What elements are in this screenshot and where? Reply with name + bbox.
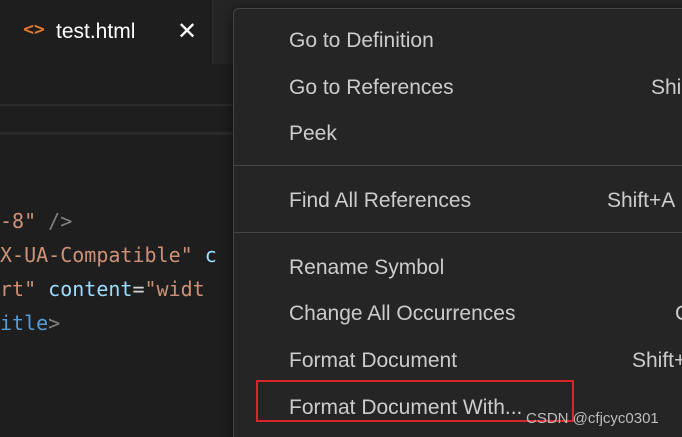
tab-test-html[interactable]: <> test.html ✕ bbox=[0, 0, 213, 64]
menu-item-label: Find All References bbox=[289, 189, 472, 212]
menu-item-change-all-occurrences[interactable]: Change All Occurrences C bbox=[234, 292, 682, 336]
code-token: X-UA-Compatible" bbox=[0, 243, 193, 267]
code-line: -8" /> bbox=[0, 204, 72, 238]
code-token: content bbox=[36, 277, 133, 301]
menu-item-format-document[interactable]: Format Document Shift+ bbox=[234, 339, 682, 383]
menu-item-shortcut: C bbox=[675, 292, 682, 336]
menu-item-shortcut: Shift+ bbox=[632, 349, 682, 372]
menu-separator bbox=[234, 232, 682, 233]
menu-item-shortcut: Shift+A bbox=[607, 189, 676, 212]
code-token: itle bbox=[0, 311, 49, 335]
code-line: rt" content="widt bbox=[0, 272, 205, 306]
code-line: itle> bbox=[0, 306, 60, 340]
menu-item-rename-symbol[interactable]: Rename Symbol bbox=[234, 246, 682, 290]
menu-item-label: Change All Occurrences bbox=[289, 302, 516, 325]
vscode-window: <> test.html ✕ -8" /> X-UA-Compatible" cr… bbox=[0, 0, 682, 437]
menu-item-go-to-references[interactable]: Go to References Shi bbox=[234, 66, 682, 110]
html-file-icon: <> bbox=[23, 19, 45, 40]
menu-item-label: Format Document bbox=[289, 349, 458, 372]
close-icon[interactable]: ✕ bbox=[174, 16, 200, 46]
code-token: c bbox=[192, 243, 217, 267]
code-token: > bbox=[48, 311, 61, 335]
menu-separator bbox=[234, 165, 682, 166]
menu-item-label: Rename Symbol bbox=[289, 256, 445, 279]
menu-item-find-all-references[interactable]: Find All References Shift+A bbox=[234, 179, 682, 223]
tab-label: test.html bbox=[56, 20, 136, 43]
menu-item-shortcut: Shi bbox=[651, 76, 682, 99]
watermark: CSDN @cfjcyc0301 bbox=[526, 410, 659, 427]
code-token: "widt bbox=[144, 277, 205, 301]
code-token: = bbox=[132, 277, 145, 301]
menu-item-label: Go to References bbox=[289, 76, 454, 99]
menu-item-peek[interactable]: Peek bbox=[234, 112, 682, 156]
menu-item-label: Peek bbox=[289, 122, 337, 145]
menu-item-go-to-definition[interactable]: Go to Definition bbox=[234, 19, 682, 63]
code-line: X-UA-Compatible" c bbox=[0, 238, 217, 272]
menu-item-label: Go to Definition bbox=[289, 29, 434, 52]
code-token: /> bbox=[36, 209, 73, 233]
code-token: rt" bbox=[0, 277, 37, 301]
code-token: -8" bbox=[0, 209, 37, 233]
context-menu: Go to Definition Go to References Shi Peek F… bbox=[233, 8, 682, 437]
